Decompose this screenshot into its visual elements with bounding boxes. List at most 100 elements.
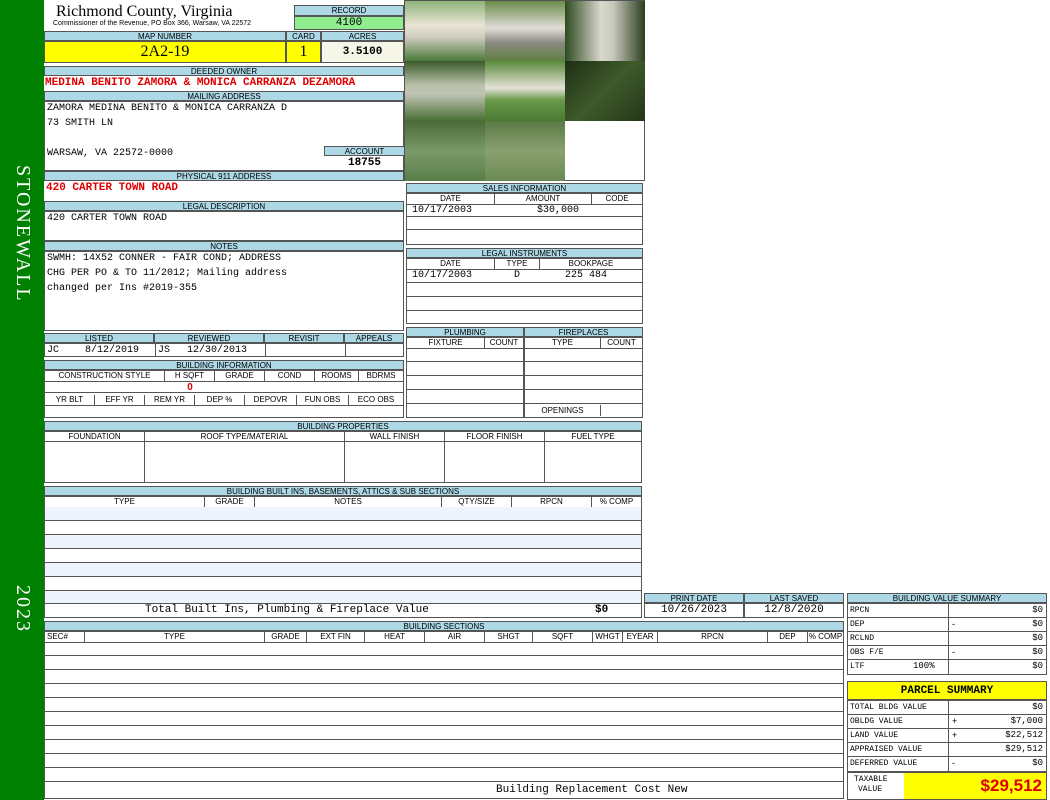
- mailing-line-1: ZAMORA MEDINA BENITO & MONICA CARRANZA D: [47, 103, 288, 114]
- review-header-row: LISTED REVIEWED REVISIT APPEALS: [44, 333, 404, 343]
- parcel-row-amount: $29,512: [1005, 744, 1043, 754]
- building-info-row2-headers: YR BLT EFF YR REM YR DEP % DEPOVR FUN OB…: [45, 395, 403, 405]
- eyear-header: EYEAR: [623, 632, 658, 642]
- built-in-row: [45, 549, 641, 563]
- depovr-header: DEPOVR: [245, 395, 297, 405]
- parcel-row-amount: $0: [1032, 702, 1043, 712]
- section-row: [45, 670, 843, 684]
- account-label: ACCOUNT: [324, 146, 405, 156]
- parcel-row-label: LAND VALUE: [850, 731, 899, 740]
- fun-obs-header: FUN OBS: [297, 395, 349, 405]
- plumbing-row: [407, 390, 523, 404]
- h-sqft-value: 0: [187, 382, 193, 393]
- listed-label: LISTED: [44, 333, 154, 343]
- h-sqft-header: H SQFT: [165, 371, 215, 381]
- house-photo: [405, 1, 485, 61]
- instrument-row: 10/17/2003 D 225 484: [407, 269, 642, 283]
- grade-header: GRADE: [215, 371, 265, 381]
- instrument-row: [407, 297, 642, 311]
- replacement-cost-label: Building Replacement Cost New: [496, 784, 688, 796]
- mobile-home-photo: [485, 61, 565, 121]
- physical-address-label: PHYSICAL 911 ADDRESS: [44, 171, 404, 181]
- building-info-row1-headers: CONSTRUCTION STYLE H SQFT GRADE COND ROO…: [45, 371, 403, 381]
- physical-address: 420 CARTER TOWN ROAD: [46, 182, 179, 194]
- value-row-amount: $0: [1032, 619, 1043, 629]
- fireplace-row: [525, 362, 642, 376]
- section-row: [45, 698, 843, 712]
- record-label: RECORD: [294, 5, 404, 16]
- deeded-owner: MEDINA BENITO ZAMORA & MONICA CARRANZA D…: [45, 77, 356, 89]
- foundation-header: FOUNDATION: [45, 432, 145, 482]
- revisit-divider: [265, 344, 266, 356]
- rem-yr-header: REM YR: [145, 395, 195, 405]
- sales-row: 10/17/2003 $30,000: [407, 204, 642, 217]
- parcel-row-op: +: [952, 716, 958, 726]
- built-in-row: [45, 577, 641, 591]
- photo-gallery: [404, 0, 645, 181]
- value-summary-row: RCLND $0: [848, 632, 1046, 646]
- built-in-row: [45, 591, 641, 604]
- parcel-summary-row: OBLDG VALUE + $7,000: [848, 715, 1046, 729]
- sqft-header: SQFT: [533, 632, 593, 642]
- parcel-summary-table: TOTAL BLDG VALUE $0 OBLDG VALUE + $7,000…: [847, 700, 1047, 772]
- section-dep-header: DEP: [768, 632, 808, 642]
- fireplace-row: [525, 390, 642, 404]
- air-header: AIR: [425, 632, 485, 642]
- review-values-row: JC 8/12/2019 JS 12/30/2013: [44, 343, 404, 357]
- account-number: 18755: [347, 157, 381, 169]
- parcel-summary-row: TOTAL BLDG VALUE $0: [848, 701, 1046, 715]
- acres-label: ACRES: [321, 31, 404, 41]
- mailing-line-3: WARSAW, VA 22572-0000: [47, 148, 174, 159]
- value-summary-row: RPCN $0: [848, 604, 1046, 618]
- section-row: [45, 726, 843, 740]
- building-info-row2-values: [45, 405, 403, 417]
- properties-header-line: [45, 441, 641, 442]
- plumbing-title: PLUMBING: [406, 327, 524, 337]
- roof-header: ROOF TYPE/MATERIAL: [145, 432, 345, 482]
- notes-box: SWMH: 14X52 CONNER - FAIR COND; ADDRESS …: [44, 251, 404, 331]
- legal-instruments-title: LEGAL INSTRUMENTS: [406, 248, 643, 258]
- building-properties-title: BUILDING PROPERTIES: [44, 421, 642, 431]
- reviewed-date: 12/30/2013: [187, 345, 248, 356]
- last-saved-date: 12/8/2020: [744, 603, 844, 618]
- parcel-summary-row: LAND VALUE + $22,512: [848, 729, 1046, 743]
- notes-line-1: SWMH: 14X52 CONNER - FAIR COND; ADDRESS: [47, 253, 282, 264]
- carport-photo: [485, 1, 565, 61]
- taxable-value: $29,512: [904, 773, 1046, 799]
- section-row: [45, 768, 843, 782]
- fireplace-row: [525, 376, 642, 390]
- card-label: CARD: [286, 31, 321, 41]
- parcel-row-op: -: [952, 758, 955, 768]
- card-number: 1: [286, 41, 321, 63]
- sales-amount: $30,000: [537, 205, 580, 216]
- wall-finish-header: WALL FINISH: [345, 432, 445, 482]
- instrument-date-header: DATE: [407, 259, 495, 269]
- floor-finish-header: FLOOR FINISH: [445, 432, 545, 482]
- built-in-grade-header: GRADE: [205, 497, 255, 507]
- rooms-header: ROOMS: [315, 371, 359, 381]
- eco-obs-header: ECO OBS: [357, 395, 395, 404]
- bdrms-header: BDRMS: [366, 371, 396, 380]
- shed-photo: [565, 1, 645, 61]
- parcel-row-amount: $7,000: [1010, 716, 1043, 726]
- commissioner-address: Commissioner of the Revenue, PO Box 366,…: [53, 20, 252, 27]
- section-row: [45, 712, 843, 726]
- fireplace-row: [525, 348, 642, 362]
- value-row-label: LTF: [850, 662, 865, 671]
- mailing-address-label: MAILING ADDRESS: [44, 91, 404, 101]
- reviewed-by: JS: [158, 345, 171, 356]
- plumbing-row: [407, 376, 523, 390]
- sec-header: SEC#: [45, 632, 85, 642]
- heat-header: HEAT: [365, 632, 425, 642]
- value-row-amount: $0: [1032, 633, 1043, 643]
- parcel-row-label: DEFERRED VALUE: [850, 759, 918, 768]
- review-divider: [155, 344, 156, 356]
- parcel-summary-row: APPRAISED VALUE $29,512: [848, 743, 1046, 757]
- listed-date: 8/12/2019: [85, 345, 140, 356]
- legal-description-box: 420 CARTER TOWN ROAD: [44, 211, 404, 241]
- parcel-summary-row: DEFERRED VALUE - $0: [848, 757, 1046, 771]
- sales-date-header: DATE: [407, 194, 495, 204]
- taxable-label-1: TAXABLE: [854, 775, 888, 784]
- built-in-comp-header: % COMP: [599, 497, 634, 506]
- revisit-label: REVISIT: [264, 333, 344, 343]
